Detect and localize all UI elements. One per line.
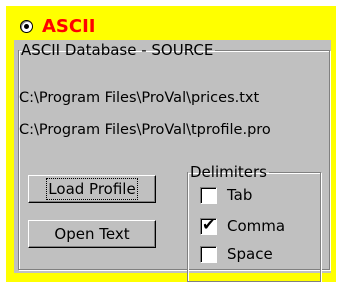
space-delimiter-option[interactable]: Space [200, 243, 273, 265]
load-profile-button[interactable]: Load Profile [28, 175, 156, 203]
comma-checkbox[interactable]: ✔ [200, 214, 217, 235]
delimiters-title: Delimiters [190, 163, 267, 181]
ascii-radio-label: ASCII [42, 15, 96, 37]
space-label: Space [227, 245, 273, 263]
tab-label: Tab [227, 186, 253, 204]
ascii-panel: ASCII ASCII Database - SOURCE C:\Program… [6, 6, 336, 282]
profile-file-path: C:\Program Files\ProVal\tprofile.pro [19, 122, 271, 138]
tab-checkbox[interactable] [200, 186, 217, 204]
comma-label: Comma [227, 217, 286, 235]
ascii-source-area: ASCII Database - SOURCE C:\Program Files… [14, 40, 331, 282]
load-profile-label: Load Profile [46, 178, 138, 200]
checkmark-icon: ✔ [202, 214, 216, 234]
delimiters-group: Delimiters Tab ✔ Comma Space [187, 164, 321, 282]
comma-delimiter-option[interactable]: ✔ Comma [200, 215, 285, 237]
price-file-path: C:\Program Files\ProVal\prices.txt [19, 90, 260, 106]
radio-selected-dot [24, 23, 29, 29]
space-checkbox[interactable] [200, 245, 217, 263]
ascii-radio-button[interactable] [20, 19, 33, 33]
open-text-button[interactable]: Open Text [28, 220, 156, 248]
tab-delimiter-option[interactable]: Tab [200, 184, 252, 206]
ascii-source-title: ASCII Database - SOURCE [21, 41, 214, 59]
ascii-source-group: ASCII Database - SOURCE C:\Program Files… [18, 41, 330, 282]
ascii-radio-option[interactable]: ASCII [20, 14, 96, 38]
